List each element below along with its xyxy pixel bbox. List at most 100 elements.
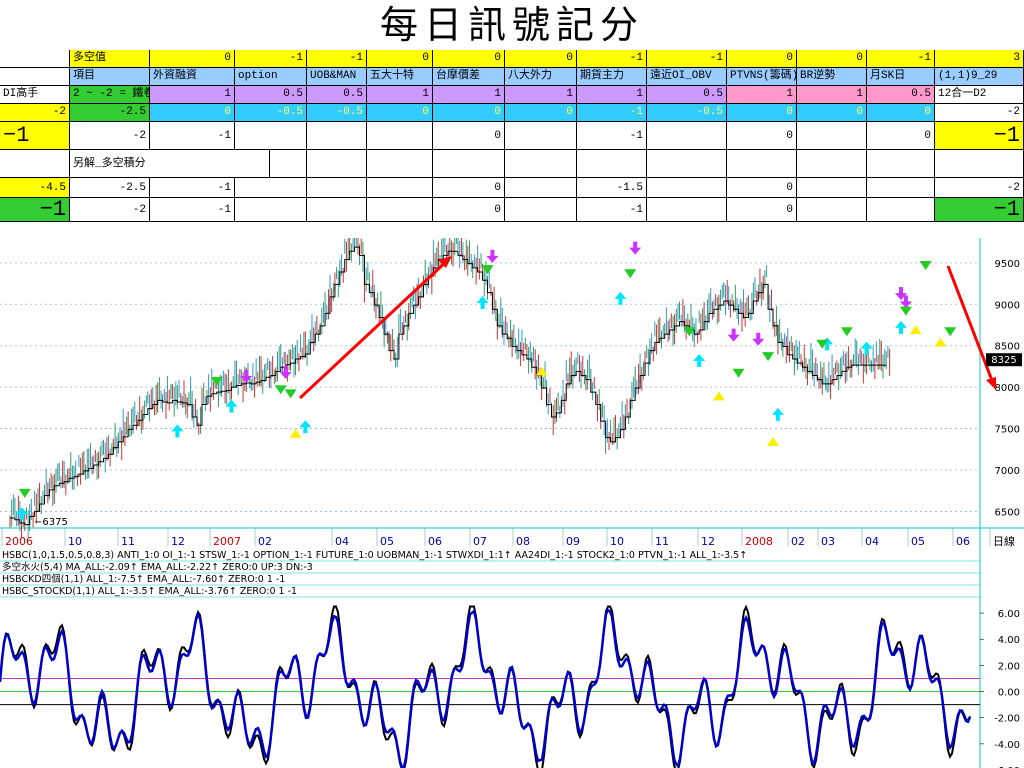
x-tick-label: 12 <box>171 535 185 548</box>
table-cell: 1 <box>797 86 867 104</box>
table-cell: -1 <box>235 50 307 68</box>
table-cell: 五大十特 <box>367 68 433 86</box>
green-triangle-marker <box>840 327 853 337</box>
table-cell <box>235 178 307 198</box>
yellow-triangle-marker <box>909 325 922 335</box>
table-cell: 0 <box>367 104 433 122</box>
low-price-label: −6375 <box>34 517 68 528</box>
table-cell <box>797 122 867 150</box>
down-arrow-marker <box>279 365 292 379</box>
table-cell <box>727 150 797 178</box>
yellow-triangle-marker <box>535 366 548 376</box>
table-cell: 期貨主力 <box>577 68 647 86</box>
table-cell: 1 <box>727 86 797 104</box>
table-cell: 0 <box>867 122 935 150</box>
yellow-triangle-marker <box>934 337 947 347</box>
x-tick-label: 10 <box>68 535 82 548</box>
table-cell <box>647 150 727 178</box>
indicator-line: 多空水火(5,4) MA_ALL:-2.09↑ EMA_ALL:-2.22↑ Z… <box>2 561 313 573</box>
up-arrow-marker <box>225 399 238 413</box>
table-cell: 1 <box>150 86 235 104</box>
table-cell: -0.5 <box>235 104 307 122</box>
table-cell <box>867 150 935 178</box>
table-cell: -1 <box>577 104 647 122</box>
table-cell: 0 <box>727 104 797 122</box>
up-arrow-marker <box>771 407 784 421</box>
x-tick-label: 04 <box>335 535 349 548</box>
table-cell: −1 <box>935 198 1024 222</box>
table-cell: -1 <box>577 122 647 150</box>
x-tick-label: 02 <box>791 535 805 548</box>
x-tick-label: 03 <box>821 535 835 548</box>
indicator-line: HSBC_STOCKD(1,1) ALL_1:-3.5↑ EMA_ALL:-3.… <box>2 586 297 597</box>
up-arrow-marker <box>860 341 873 355</box>
table-cell: 0 <box>867 104 935 122</box>
x-tick-label: 07 <box>473 535 487 548</box>
table-cell: −1 <box>935 122 1024 150</box>
x-tick-label: 12 <box>701 535 715 548</box>
table-cell <box>935 150 1024 178</box>
table-cell: 項目 <box>70 68 150 86</box>
table-cell <box>505 150 577 178</box>
table-cell: -2 <box>935 104 1024 122</box>
table-cell <box>433 150 505 178</box>
table-cell <box>647 198 727 222</box>
x-tick-label: 09 <box>566 535 580 548</box>
table-cell: -1 <box>150 198 235 222</box>
table-cell: -2 <box>935 178 1024 198</box>
table-cell <box>367 178 433 198</box>
osc-series-all <box>0 604 971 768</box>
table-cell: 台摩價差 <box>433 68 505 86</box>
table-cell: 八大外力 <box>505 68 577 86</box>
table-cell <box>235 198 307 222</box>
green-triangle-marker <box>944 327 957 337</box>
table-cell: UOB&MAN <box>307 68 367 86</box>
table-cell: -1 <box>307 50 367 68</box>
table-cell: 0 <box>727 178 797 198</box>
x-tick-label: 10 <box>610 535 624 548</box>
x-tick-label: 2008 <box>745 535 773 548</box>
table-cell: -2 <box>0 104 70 122</box>
table-cell: 0 <box>433 178 505 198</box>
table-cell: 0 <box>367 50 433 68</box>
y-tick-label: 9500 <box>995 259 1020 270</box>
osc-y-tick-label: -4.00 <box>994 740 1020 751</box>
table-cell <box>367 198 433 222</box>
green-triangle-marker <box>210 377 223 386</box>
table-cell: -1 <box>647 50 727 68</box>
table-cell: -2.5 <box>70 178 150 198</box>
table-cell: 0 <box>797 50 867 68</box>
up-arrow-marker <box>895 320 908 334</box>
last-price-label: 8325 <box>991 355 1016 366</box>
table-cell <box>797 198 867 222</box>
x-tick-label: 11 <box>655 535 669 548</box>
table-cell: 外資融資 <box>150 68 235 86</box>
table-cell: 0 <box>797 104 867 122</box>
osc-y-tick-label: 6.00 <box>998 609 1020 620</box>
table-cell: -1 <box>577 50 647 68</box>
table-cell: -4.5 <box>0 178 70 198</box>
trend-arrow-down-head <box>986 377 996 390</box>
table-cell: 0 <box>727 50 797 68</box>
table-cell: 1 <box>505 86 577 104</box>
table-cell: 2 ~ -2 = 鐵卷 <box>70 86 150 104</box>
table-cell <box>505 178 577 198</box>
table-cell: 1 <box>367 86 433 104</box>
table-cell: 0.5 <box>235 86 307 104</box>
table-cell: 1 <box>433 86 505 104</box>
table-cell <box>235 122 307 150</box>
table-cell <box>797 178 867 198</box>
table-cell: -2 <box>70 122 150 150</box>
table-cell: 0 <box>433 122 505 150</box>
yellow-triangle-marker <box>767 437 780 446</box>
green-triangle-marker <box>18 488 31 498</box>
x-tick-label: 日線 <box>993 534 1015 548</box>
green-triangle-marker <box>683 327 696 337</box>
x-tick-label: 08 <box>516 535 530 548</box>
down-arrow-marker <box>240 370 253 383</box>
table-cell <box>505 198 577 222</box>
green-triangle-marker <box>481 265 494 275</box>
table-cell: -0.5 <box>307 104 367 122</box>
table-cell <box>307 178 367 198</box>
osc-series-ema <box>0 608 972 768</box>
